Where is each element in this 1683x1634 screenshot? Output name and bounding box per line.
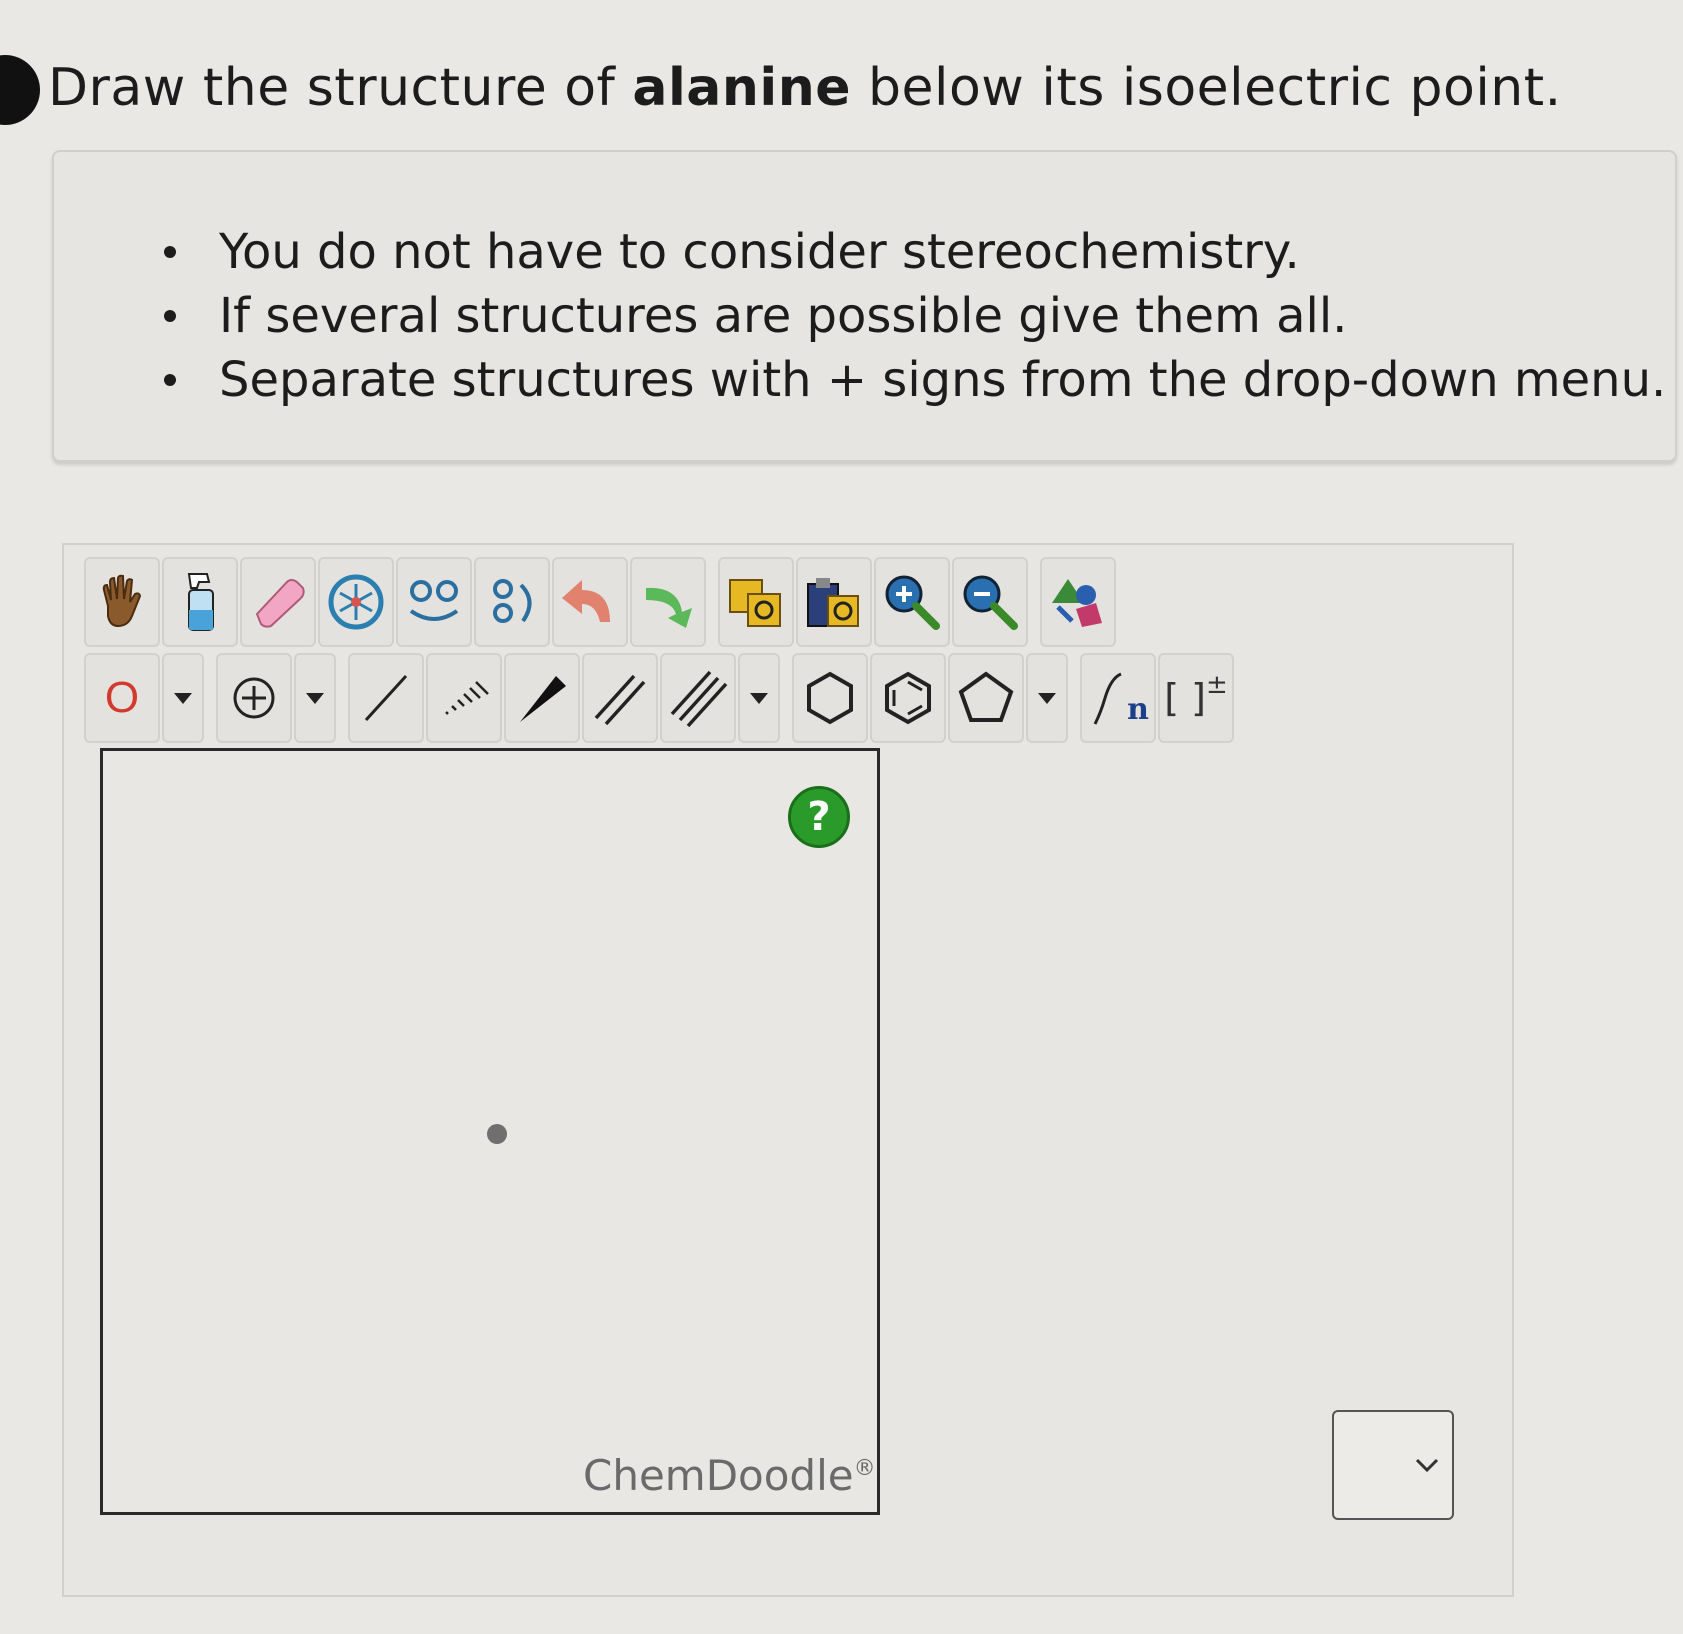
zoom-in-icon [885,575,940,630]
rotate-molecule-icon [493,579,532,623]
zoom-out-button[interactable] [952,557,1028,647]
zoom-out-icon [963,575,1018,630]
question-marker [0,55,40,125]
wedge-bond-icon [520,676,566,722]
copy-button[interactable] [718,557,794,647]
paste-clipboard-icon [807,578,859,627]
hashed-bond-button[interactable] [426,653,502,743]
bond-dropdown-button[interactable] [738,653,780,743]
clear-tool-button[interactable] [162,557,238,647]
caret-down-icon [750,693,768,704]
element-oxygen-button[interactable]: O [84,653,160,743]
spray-bottle-icon [187,573,214,631]
cyclohexane-button[interactable] [792,653,868,743]
element-dropdown-button[interactable] [162,653,204,743]
drawing-canvas[interactable]: ? ChemDoodle® [100,748,880,1515]
chevron-down-icon [1415,1458,1439,1473]
benzene-button[interactable] [870,653,946,743]
separator-select[interactable] [1332,1410,1454,1520]
chain-subscript: n [1127,691,1149,727]
caret-down-icon [306,693,324,704]
double-bond-button[interactable] [582,653,658,743]
hashed-bond-icon [445,681,489,715]
ring-dropdown-button[interactable] [1026,653,1068,743]
help-button[interactable]: ? [788,786,850,848]
chain-icon [1093,672,1122,725]
zoom-in-button[interactable] [874,557,950,647]
single-bond-button[interactable] [348,653,424,743]
charge-plus-button[interactable] [216,653,292,743]
snowflake-ring-icon [328,574,384,630]
triple-bond-icon [670,670,728,728]
registered-mark: ® [853,1456,876,1481]
undo-arrow-icon [562,580,610,622]
instructions-list: You do not have to consider stereochemis… [164,220,1666,412]
circled-plus-icon [233,677,275,719]
instructions-box: You do not have to consider stereochemis… [52,150,1677,462]
undo-button[interactable] [552,557,628,647]
flip-horizontal-button[interactable] [396,557,472,647]
question-keyword: alanine [632,58,852,118]
benzene-ring-icon [885,671,931,725]
cyclopentane-button[interactable] [948,653,1024,743]
chemdoodle-editor: O n [] ± ? ChemDoodle® [62,543,1514,1597]
bracket-label: [ ] [1164,676,1206,720]
flip-vertical-button[interactable] [474,557,550,647]
bracket-charge-button[interactable]: [ ] ± [1158,653,1234,743]
double-bond-icon [594,674,646,726]
caret-down-icon [1038,693,1056,704]
pan-tool-button[interactable] [84,557,160,647]
instruction-item: Separate structures with + signs from th… [164,348,1666,412]
center-molecule-button[interactable] [318,557,394,647]
instruction-item: You do not have to consider stereochemis… [164,220,1666,284]
hand-icon [102,574,142,628]
pentagon-icon [958,671,1014,722]
caret-down-icon [174,693,192,704]
molecule-shapes-icon [1052,579,1102,627]
wedge-bond-button[interactable] [504,653,580,743]
question-text: Draw the structure of alanine below its … [48,58,1562,118]
bracket-charge-label: ± [1205,670,1228,700]
hexagon-icon [807,671,853,725]
flip-molecule-icon [409,580,459,621]
charge-dropdown-button[interactable] [294,653,336,743]
chemdoodle-watermark: ChemDoodle® [583,1451,876,1500]
paste-button[interactable] [796,557,872,647]
canvas-cursor-dot [487,1124,507,1144]
eraser-icon [255,579,305,628]
chain-template-button[interactable]: n [1080,653,1156,743]
toolbar-row-main [84,557,1118,647]
copy-molecule-icon [729,579,781,627]
eraser-tool-button[interactable] [240,557,316,647]
triple-bond-button[interactable] [660,653,736,743]
single-bond-icon [364,674,408,722]
element-label: O [104,673,140,722]
toolbar-row-drawing: O n [] ± [84,653,1236,743]
redo-arrow-icon [646,587,692,628]
instruction-item: If several structures are possible give … [164,284,1666,348]
clean-structure-button[interactable] [1040,557,1116,647]
redo-button[interactable] [630,557,706,647]
